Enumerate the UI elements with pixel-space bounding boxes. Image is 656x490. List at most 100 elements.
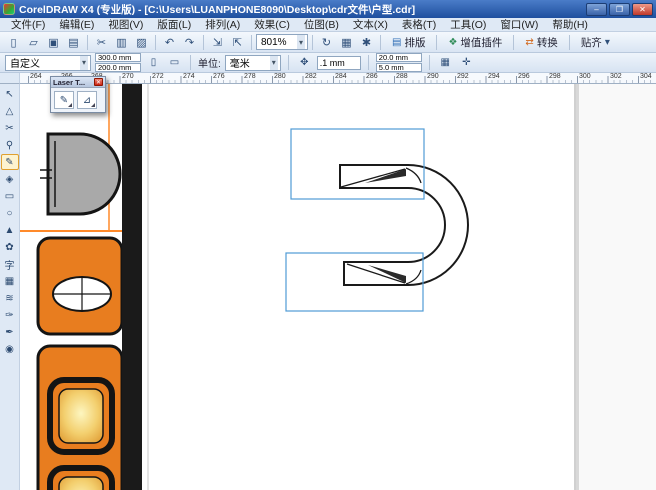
zoom-level-value: 801% [261, 37, 287, 48]
separator [190, 55, 191, 70]
rectangle-tool-icon: ▭ [5, 191, 14, 202]
undo-button[interactable]: ↶ [160, 34, 179, 51]
horizontal-ruler[interactable]: 264 266 268 270 272 274 276 278 280 282 … [20, 73, 656, 84]
snap-grid-icon: ▦ [341, 36, 351, 49]
paste-button[interactable]: ▨ [132, 34, 151, 51]
laser-tool-1-icon: ✎ [60, 95, 68, 106]
options-button[interactable]: ✱ [357, 34, 376, 51]
cut-button[interactable]: ✂ [92, 34, 111, 51]
menu-text[interactable]: 文本(X) [346, 18, 395, 32]
table-tool[interactable]: ▦ [1, 273, 19, 289]
maximize-button[interactable]: ❐ [609, 3, 630, 16]
flyout-titlebar[interactable]: Laser T... ✕ [51, 77, 105, 88]
menu-bitmaps[interactable]: 位图(B) [297, 18, 346, 32]
flyout-close-button[interactable]: ✕ [94, 78, 103, 86]
c-shape-object[interactable] [340, 165, 468, 285]
export-icon: ⇱ [233, 36, 242, 49]
eyedropper-tool[interactable]: ✑ [1, 307, 19, 323]
chevron-down-icon: ▾ [270, 56, 278, 70]
separator [436, 35, 437, 50]
rectangle-tool[interactable]: ▭ [1, 188, 19, 204]
menu-layout[interactable]: 版面(L) [150, 18, 198, 32]
portrait-button[interactable]: ▯ [145, 55, 162, 71]
outline-tool[interactable]: ✒ [1, 324, 19, 340]
ruler-tick: 300 [579, 73, 591, 80]
ruler-origin[interactable] [0, 73, 20, 84]
typesetting-button[interactable]: ▤ 排版 [385, 34, 432, 51]
zoom-level-combo[interactable]: 801% ▾ [256, 34, 308, 50]
phone-d-button[interactable] [48, 134, 120, 214]
shape-tool-icon: △ [6, 106, 14, 117]
drawing-canvas[interactable] [20, 84, 656, 490]
close-button[interactable]: ✕ [632, 3, 653, 16]
snap-button[interactable]: 贴齐 ▾ [574, 34, 617, 51]
plugins-button[interactable]: ❖ 增值插件 [441, 34, 509, 51]
paper-height-field[interactable]: 200.0 mm [95, 63, 141, 72]
print-button[interactable]: ▤ [64, 34, 83, 51]
paper-height-value: 200.0 mm [98, 63, 131, 72]
menu-view[interactable]: 视图(V) [101, 18, 150, 32]
chevron-down-icon: ▾ [605, 37, 610, 48]
snap-grid-button[interactable]: ▦ [337, 34, 356, 51]
paper-width-field[interactable]: 300.0 mm [95, 53, 141, 62]
smart-fill-tool[interactable]: ◈ [1, 171, 19, 187]
phone-side-bar[interactable] [122, 84, 142, 490]
separator [288, 55, 289, 70]
laser-tool-flyout[interactable]: Laser T... ✕ ✎ ⊿ [50, 76, 106, 113]
phone-key-2[interactable] [59, 477, 103, 490]
menu-edit[interactable]: 编辑(E) [52, 18, 101, 32]
save-button[interactable]: ▣ [44, 34, 63, 51]
redo-button[interactable]: ↷ [180, 34, 199, 51]
freehand-tool[interactable]: ✎ [1, 154, 19, 170]
ruler-tick: 276 [213, 73, 225, 80]
duplicate-y-field[interactable]: 5.0 mm [376, 63, 422, 72]
duplicate-y-value: 5.0 mm [379, 63, 404, 72]
open-button[interactable]: ▱ [24, 34, 43, 51]
text-tool[interactable]: 字 [1, 256, 19, 272]
minimize-button[interactable]: – [586, 3, 607, 16]
landscape-button[interactable]: ▭ [166, 55, 183, 71]
units-combo[interactable]: 毫米 ▾ [225, 55, 281, 71]
menu-effects[interactable]: 效果(C) [247, 18, 297, 32]
smart-fill-tool-icon: ◈ [6, 174, 14, 185]
duplicate-x-field[interactable]: 20.0 mm [376, 53, 422, 62]
laser-tool-1-button[interactable]: ✎ [54, 91, 74, 109]
menu-window[interactable]: 窗口(W) [493, 18, 545, 32]
crop-tool[interactable]: ✂ [1, 120, 19, 136]
drawing-svg[interactable] [20, 84, 656, 490]
phone-key-1[interactable] [59, 389, 103, 443]
export-button[interactable]: ⇱ [228, 34, 247, 51]
ruler-tick: 280 [274, 73, 286, 80]
copy-button[interactable]: ▥ [112, 34, 131, 51]
new-button[interactable]: ▯ [4, 34, 23, 51]
polygon-tool-icon: ▲ [5, 225, 15, 236]
plugins-icon: ❖ [448, 37, 457, 48]
pick-tool[interactable]: ↖ [1, 86, 19, 102]
refresh-icon: ↻ [322, 36, 331, 49]
menu-help[interactable]: 帮助(H) [545, 18, 595, 32]
zoom-tool[interactable]: ⚲ [1, 137, 19, 153]
refresh-button[interactable]: ↻ [317, 34, 336, 51]
nudge-offset-field[interactable]: .1 mm [317, 56, 361, 70]
menu-arrange[interactable]: 排列(A) [198, 18, 247, 32]
menu-file[interactable]: 文件(F) [4, 18, 52, 32]
paper-preset-combo[interactable]: 自定义 ▾ [5, 55, 91, 71]
snap-options-button[interactable]: ▦ [437, 55, 454, 71]
interactive-blend-tool[interactable]: ≋ [1, 290, 19, 306]
basic-shapes-tool[interactable]: ✿ [1, 239, 19, 255]
dynamic-guides-button[interactable]: ✛ [458, 55, 475, 71]
menu-tools[interactable]: 工具(O) [443, 18, 493, 32]
separator [429, 55, 430, 70]
fill-tool[interactable]: ◉ [1, 341, 19, 357]
ruler-tick: 270 [122, 73, 134, 80]
convert-button[interactable]: ⇄ 转换 [518, 34, 564, 51]
shape-tool[interactable]: △ [1, 103, 19, 119]
ellipse-tool[interactable]: ○ [1, 205, 19, 221]
import-button[interactable]: ⇲ [208, 34, 227, 51]
polygon-tool[interactable]: ▲ [1, 222, 19, 238]
laser-tool-2-button[interactable]: ⊿ [77, 91, 97, 109]
table-tool-icon: ▦ [5, 276, 14, 287]
separator [513, 35, 514, 50]
basic-shapes-tool-icon: ✿ [5, 242, 13, 253]
menu-table[interactable]: 表格(T) [395, 18, 443, 32]
